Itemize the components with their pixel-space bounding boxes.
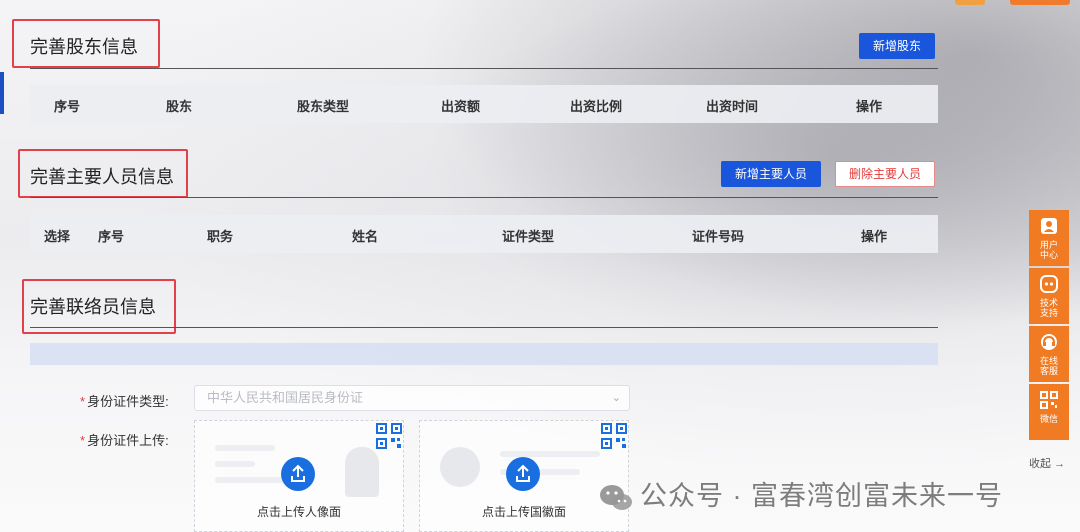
col-header: 序号 <box>98 229 125 244</box>
add-shareholder-button[interactable]: 新增股东 <box>859 33 935 59</box>
top-badge[interactable] <box>955 0 985 5</box>
col-header: 姓名 <box>352 229 379 244</box>
col-header: 出资额 <box>441 99 481 114</box>
top-button[interactable] <box>1010 0 1070 5</box>
id-type-select[interactable]: 中华人民共和国居民身份证 ⌄ <box>194 385 630 411</box>
wechat-logo-icon <box>600 484 632 510</box>
collapse-toolbar-button[interactable]: 收起 → <box>1029 455 1065 471</box>
qr-code-icon[interactable] <box>376 423 402 449</box>
upload-icon <box>281 457 315 491</box>
form-header-bar <box>30 343 938 365</box>
tech-support-button[interactable]: 技术 支持 <box>1029 268 1069 324</box>
user-center-button[interactable]: 用户 中心 <box>1029 210 1069 266</box>
left-nav-indicator <box>0 72 4 114</box>
id-upload-label: * 身份证件上传: <box>80 433 169 448</box>
col-header: 选择 <box>44 229 71 244</box>
delete-personnel-button[interactable]: 删除主要人员 <box>835 161 935 187</box>
qr-icon <box>1040 391 1058 409</box>
col-header: 股东类型 <box>297 99 350 114</box>
chevron-down-icon: ⌄ <box>611 392 621 404</box>
id-type-label: * 身份证件类型: <box>80 394 169 409</box>
contact-title: 完善联络员信息 <box>30 297 156 317</box>
qr-code-icon[interactable] <box>601 423 627 449</box>
col-header: 出资时间 <box>706 99 759 114</box>
add-personnel-button[interactable]: 新增主要人员 <box>721 161 821 187</box>
col-header: 序号 <box>54 99 81 114</box>
id-type-value: 中华人民共和国居民身份证 <box>207 390 364 405</box>
floating-toolbar: 用户 中心 技术 支持 在线 客服 微信 <box>1029 210 1069 442</box>
col-header: 出资比例 <box>570 99 623 114</box>
col-header: 证件类型 <box>502 229 555 244</box>
col-header: 职务 <box>207 229 234 244</box>
shareholders-table-header: 序号 股东 股东类型 出资额 出资比例 出资时间 操作 <box>30 85 938 123</box>
col-header: 股东 <box>166 99 193 114</box>
shareholders-title: 完善股东信息 <box>30 37 138 57</box>
headset-icon <box>1041 334 1057 350</box>
personnel-table-header: 选择 序号 职务 姓名 证件类型 证件号码 操作 <box>30 215 938 253</box>
support-icon <box>1040 275 1058 293</box>
divider <box>30 197 938 198</box>
user-icon <box>1041 218 1057 234</box>
col-header: 操作 <box>856 99 883 114</box>
upload-portrait-text: 点击上传人像面 <box>256 505 341 519</box>
watermark: 公众号 · 富春湾创富未来一号 <box>598 474 1003 513</box>
online-service-button[interactable]: 在线 客服 <box>1029 326 1069 382</box>
divider <box>30 68 938 69</box>
wechat-button[interactable]: 微信 <box>1029 384 1069 440</box>
upload-icon <box>506 457 540 491</box>
col-header: 证件号码 <box>692 229 745 244</box>
divider <box>30 327 938 328</box>
upload-portrait-side[interactable]: 点击上传人像面 <box>194 420 404 532</box>
upload-emblem-text: 点击上传国徽面 <box>481 505 566 519</box>
col-header: 操作 <box>861 229 888 244</box>
personnel-title: 完善主要人员信息 <box>30 167 174 187</box>
